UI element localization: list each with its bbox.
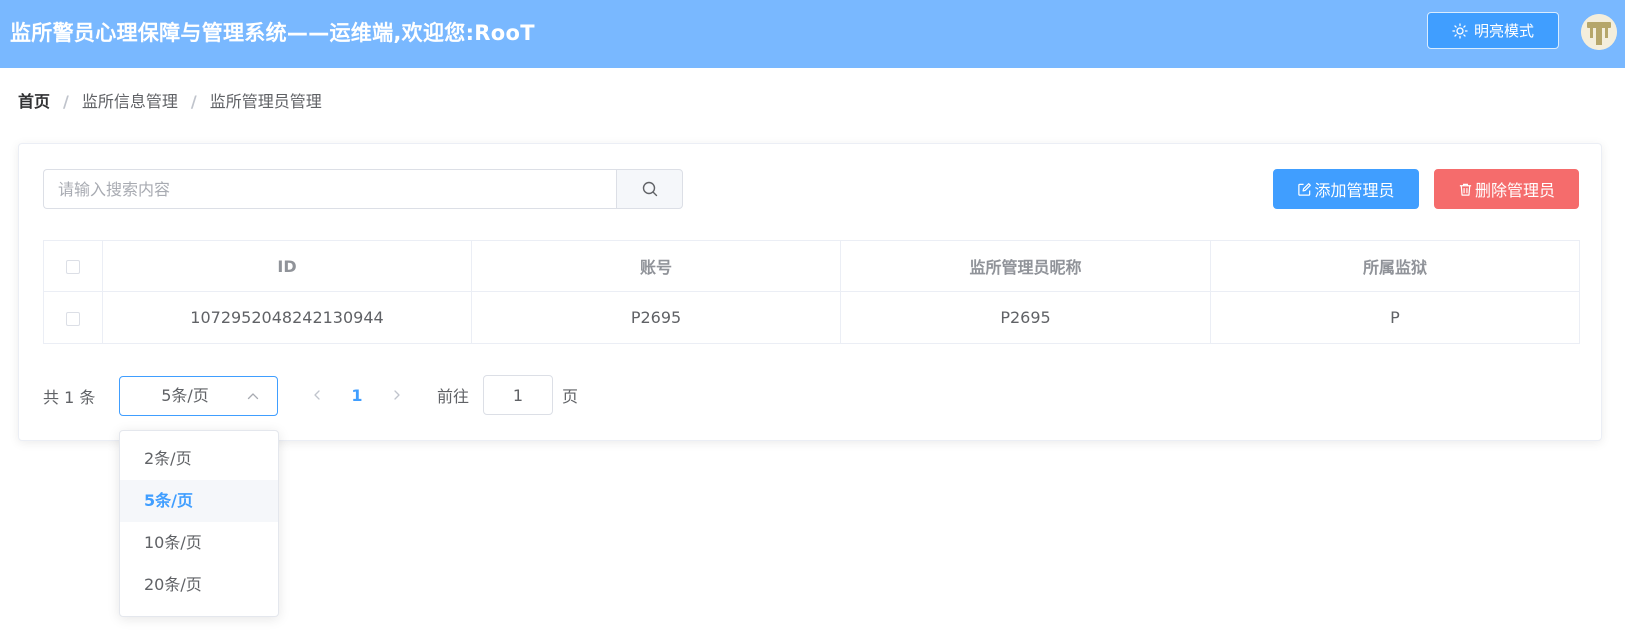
- search-button[interactable]: [616, 169, 683, 209]
- column-header-id: ID: [102, 240, 472, 292]
- breadcrumb-separator: /: [190, 92, 197, 111]
- page-size-option-2[interactable]: 2条/页: [120, 438, 278, 480]
- next-page-icon[interactable]: [391, 389, 403, 401]
- page-suffix-label: 页: [562, 387, 579, 406]
- delete-admin-button[interactable]: 删除管理员: [1434, 169, 1579, 209]
- trash-icon: [1459, 183, 1472, 196]
- user-avatar-icon[interactable]: [1581, 14, 1617, 50]
- column-header-prison: 所属监狱: [1210, 240, 1580, 292]
- search-input[interactable]: [43, 169, 616, 209]
- cell-account: P2695: [471, 291, 841, 344]
- goto-page-input[interactable]: [483, 375, 553, 415]
- page-number-current[interactable]: 1: [346, 382, 368, 410]
- edit-icon: [1298, 182, 1312, 196]
- table-header-row: ID 账号 监所管理员昵称 所属监狱: [43, 240, 1580, 292]
- prev-page-icon[interactable]: [311, 389, 323, 401]
- total-count: 共 1 条: [43, 388, 96, 407]
- breadcrumb-current: 监所管理员管理: [209, 92, 322, 111]
- page-size-dropdown: 2条/页 5条/页 10条/页 20条/页: [119, 430, 279, 617]
- add-admin-button[interactable]: 添加管理员: [1273, 169, 1419, 209]
- breadcrumb-prison-info: 监所信息管理: [81, 92, 178, 111]
- goto-label: 前往: [437, 387, 470, 406]
- column-header-account: 账号: [471, 240, 841, 292]
- cell-nickname: P2695: [840, 291, 1211, 344]
- admin-table: ID 账号 监所管理员昵称 所属监狱 1072952048242130944 P…: [43, 240, 1580, 344]
- column-header-nickname: 监所管理员昵称: [840, 240, 1211, 292]
- system-title: 监所警员心理保障与管理系统——运维端,欢迎您:RooT: [10, 21, 535, 45]
- page-size-value: 5条/页: [161, 386, 209, 405]
- row-select-cell: [43, 291, 103, 344]
- delete-admin-label: 删除管理员: [1474, 181, 1555, 200]
- top-header: 监所警员心理保障与管理系统——运维端,欢迎您:RooT 明亮模式: [0, 0, 1625, 68]
- sun-icon: [1452, 22, 1468, 39]
- table-row[interactable]: 1072952048242130944 P2695 P2695 P: [43, 291, 1580, 344]
- page-size-option-20[interactable]: 20条/页: [120, 564, 278, 606]
- cell-prison: P: [1210, 291, 1580, 344]
- theme-toggle-label: 明亮模式: [1473, 22, 1534, 40]
- page-size-option-10[interactable]: 10条/页: [120, 522, 278, 564]
- select-all-checkbox[interactable]: [66, 260, 80, 274]
- page-size-select[interactable]: 5条/页: [119, 376, 278, 416]
- select-all-cell: [43, 240, 103, 292]
- add-admin-label: 添加管理员: [1314, 181, 1395, 200]
- cell-id: 1072952048242130944: [102, 291, 472, 344]
- breadcrumb-separator: /: [63, 92, 69, 111]
- breadcrumb-home[interactable]: 首页: [18, 90, 50, 114]
- chevron-up-icon: [247, 393, 259, 400]
- breadcrumb: 首页 / 监所信息管理 / 监所管理员管理: [18, 90, 322, 114]
- search-icon: [642, 181, 657, 197]
- theme-toggle-button[interactable]: 明亮模式: [1427, 12, 1559, 49]
- page-size-option-5[interactable]: 5条/页: [120, 480, 278, 522]
- row-checkbox[interactable]: [66, 311, 80, 326]
